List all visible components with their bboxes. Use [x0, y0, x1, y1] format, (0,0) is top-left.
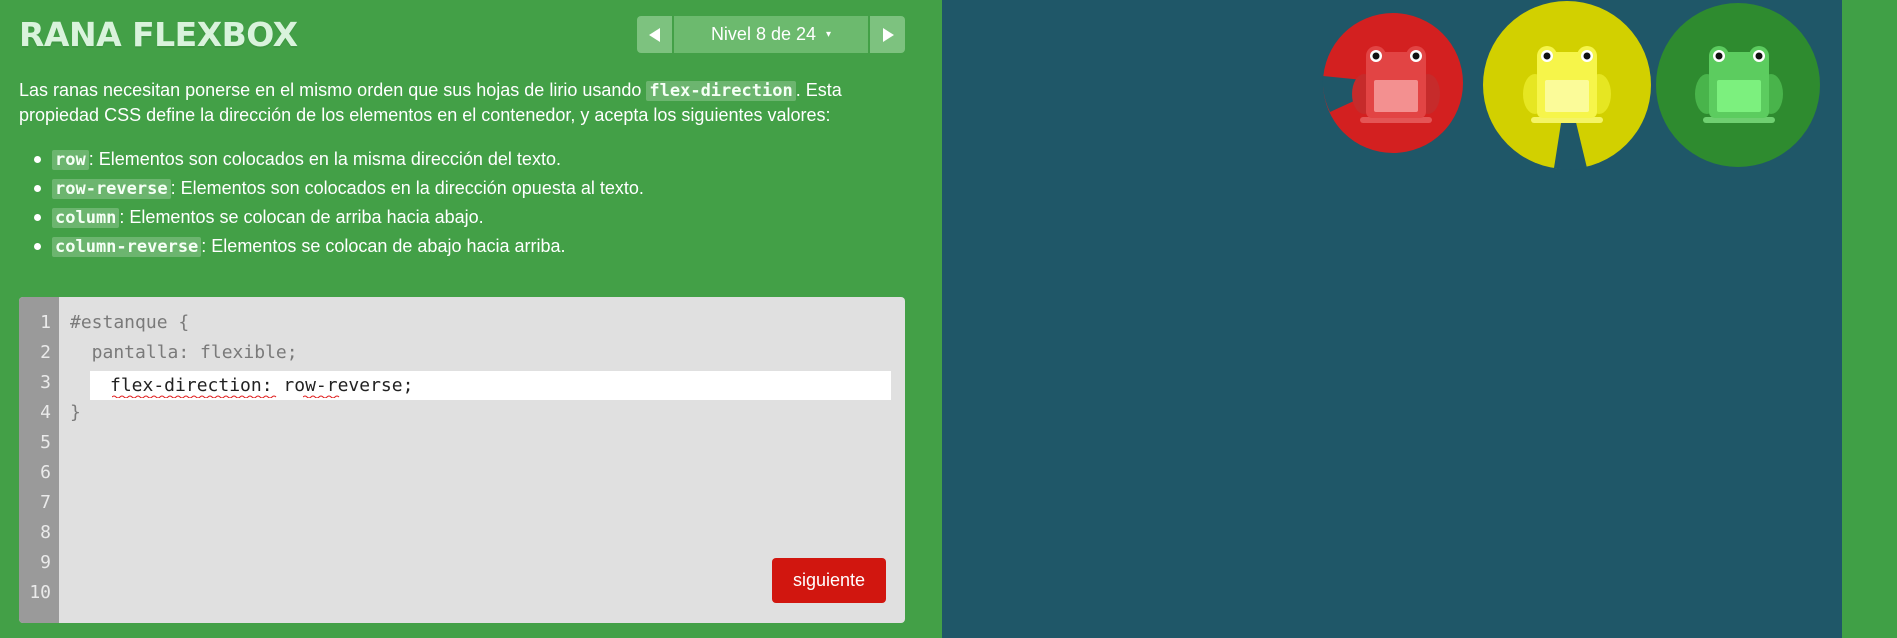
code-editor: 1 2 3 4 5 6 7 8 9 10 #estanque { pantall…	[19, 297, 905, 623]
line-number: 4	[40, 402, 51, 423]
keyword-flex-direction: flex-direction	[646, 81, 796, 101]
list-item: row-reverse: Elementos son colocados en …	[34, 176, 644, 205]
app-title: RANA FLEXBOX	[19, 15, 298, 54]
level-label: Nivel 8 de 24	[710, 24, 817, 44]
next-button[interactable]: siguiente	[772, 558, 886, 603]
code-line-display: pantalla: flexible;	[70, 342, 298, 363]
code-line-close: }	[70, 402, 81, 423]
list-item: column-reverse: Elementos se colocan de …	[34, 234, 644, 263]
caret-down-icon: ▾	[826, 29, 832, 40]
value-description: : Elementos son colocados en la direcció…	[170, 178, 644, 198]
line-number: 1	[40, 312, 51, 333]
line-number: 5	[40, 432, 51, 453]
line-number: 10	[29, 582, 51, 603]
level-navigation: Nivel 8 de 24 ▾	[637, 16, 905, 53]
frog-red	[1352, 46, 1440, 123]
right-edge-strip	[1842, 0, 1897, 638]
value-description: : Elementos son colocados en la misma di…	[88, 149, 561, 169]
frog-green	[1695, 46, 1783, 123]
level-dropdown[interactable]: Nivel 8 de 24 ▾	[674, 16, 868, 53]
value-code: row	[52, 150, 89, 170]
line-number: 8	[40, 522, 51, 543]
instructions-before: Las ranas necesitan ponerse en el mismo …	[19, 80, 647, 100]
line-number: 7	[40, 492, 51, 513]
previous-level-button[interactable]	[637, 16, 672, 53]
code-line-selector: #estanque {	[70, 312, 190, 333]
value-description: : Elementos se colocan de abajo hacia ar…	[201, 236, 566, 256]
line-number: 6	[40, 462, 51, 483]
line-number-gutter: 1 2 3 4 5 6 7 8 9 10	[19, 297, 59, 623]
triangle-left-icon	[648, 27, 660, 42]
value-code: column	[52, 208, 120, 228]
value-code: row-reverse	[52, 179, 171, 199]
triangle-right-icon	[882, 27, 894, 42]
line-number: 9	[40, 552, 51, 573]
next-level-button[interactable]	[870, 16, 905, 53]
spellcheck-underline	[112, 395, 277, 398]
list-item: column: Elementos se colocan de arriba h…	[34, 205, 644, 234]
spellcheck-underline	[303, 395, 340, 398]
pond-board	[942, 0, 1842, 638]
value-description: : Elementos se colocan de arriba hacia a…	[119, 207, 484, 227]
list-item: row: Elementos son colocados en la misma…	[34, 147, 644, 176]
line-number: 2	[40, 342, 51, 363]
frog-yellow	[1523, 46, 1611, 123]
instructions-text: Las ranas necesitan ponerse en el mismo …	[19, 78, 899, 127]
value-code: column-reverse	[52, 237, 202, 257]
values-list: row: Elementos son colocados en la misma…	[34, 147, 644, 263]
line-number: 3	[40, 372, 51, 393]
instructions-panel: RANA FLEXBOX Nivel 8 de 24 ▾ Las ranas n…	[0, 0, 942, 638]
